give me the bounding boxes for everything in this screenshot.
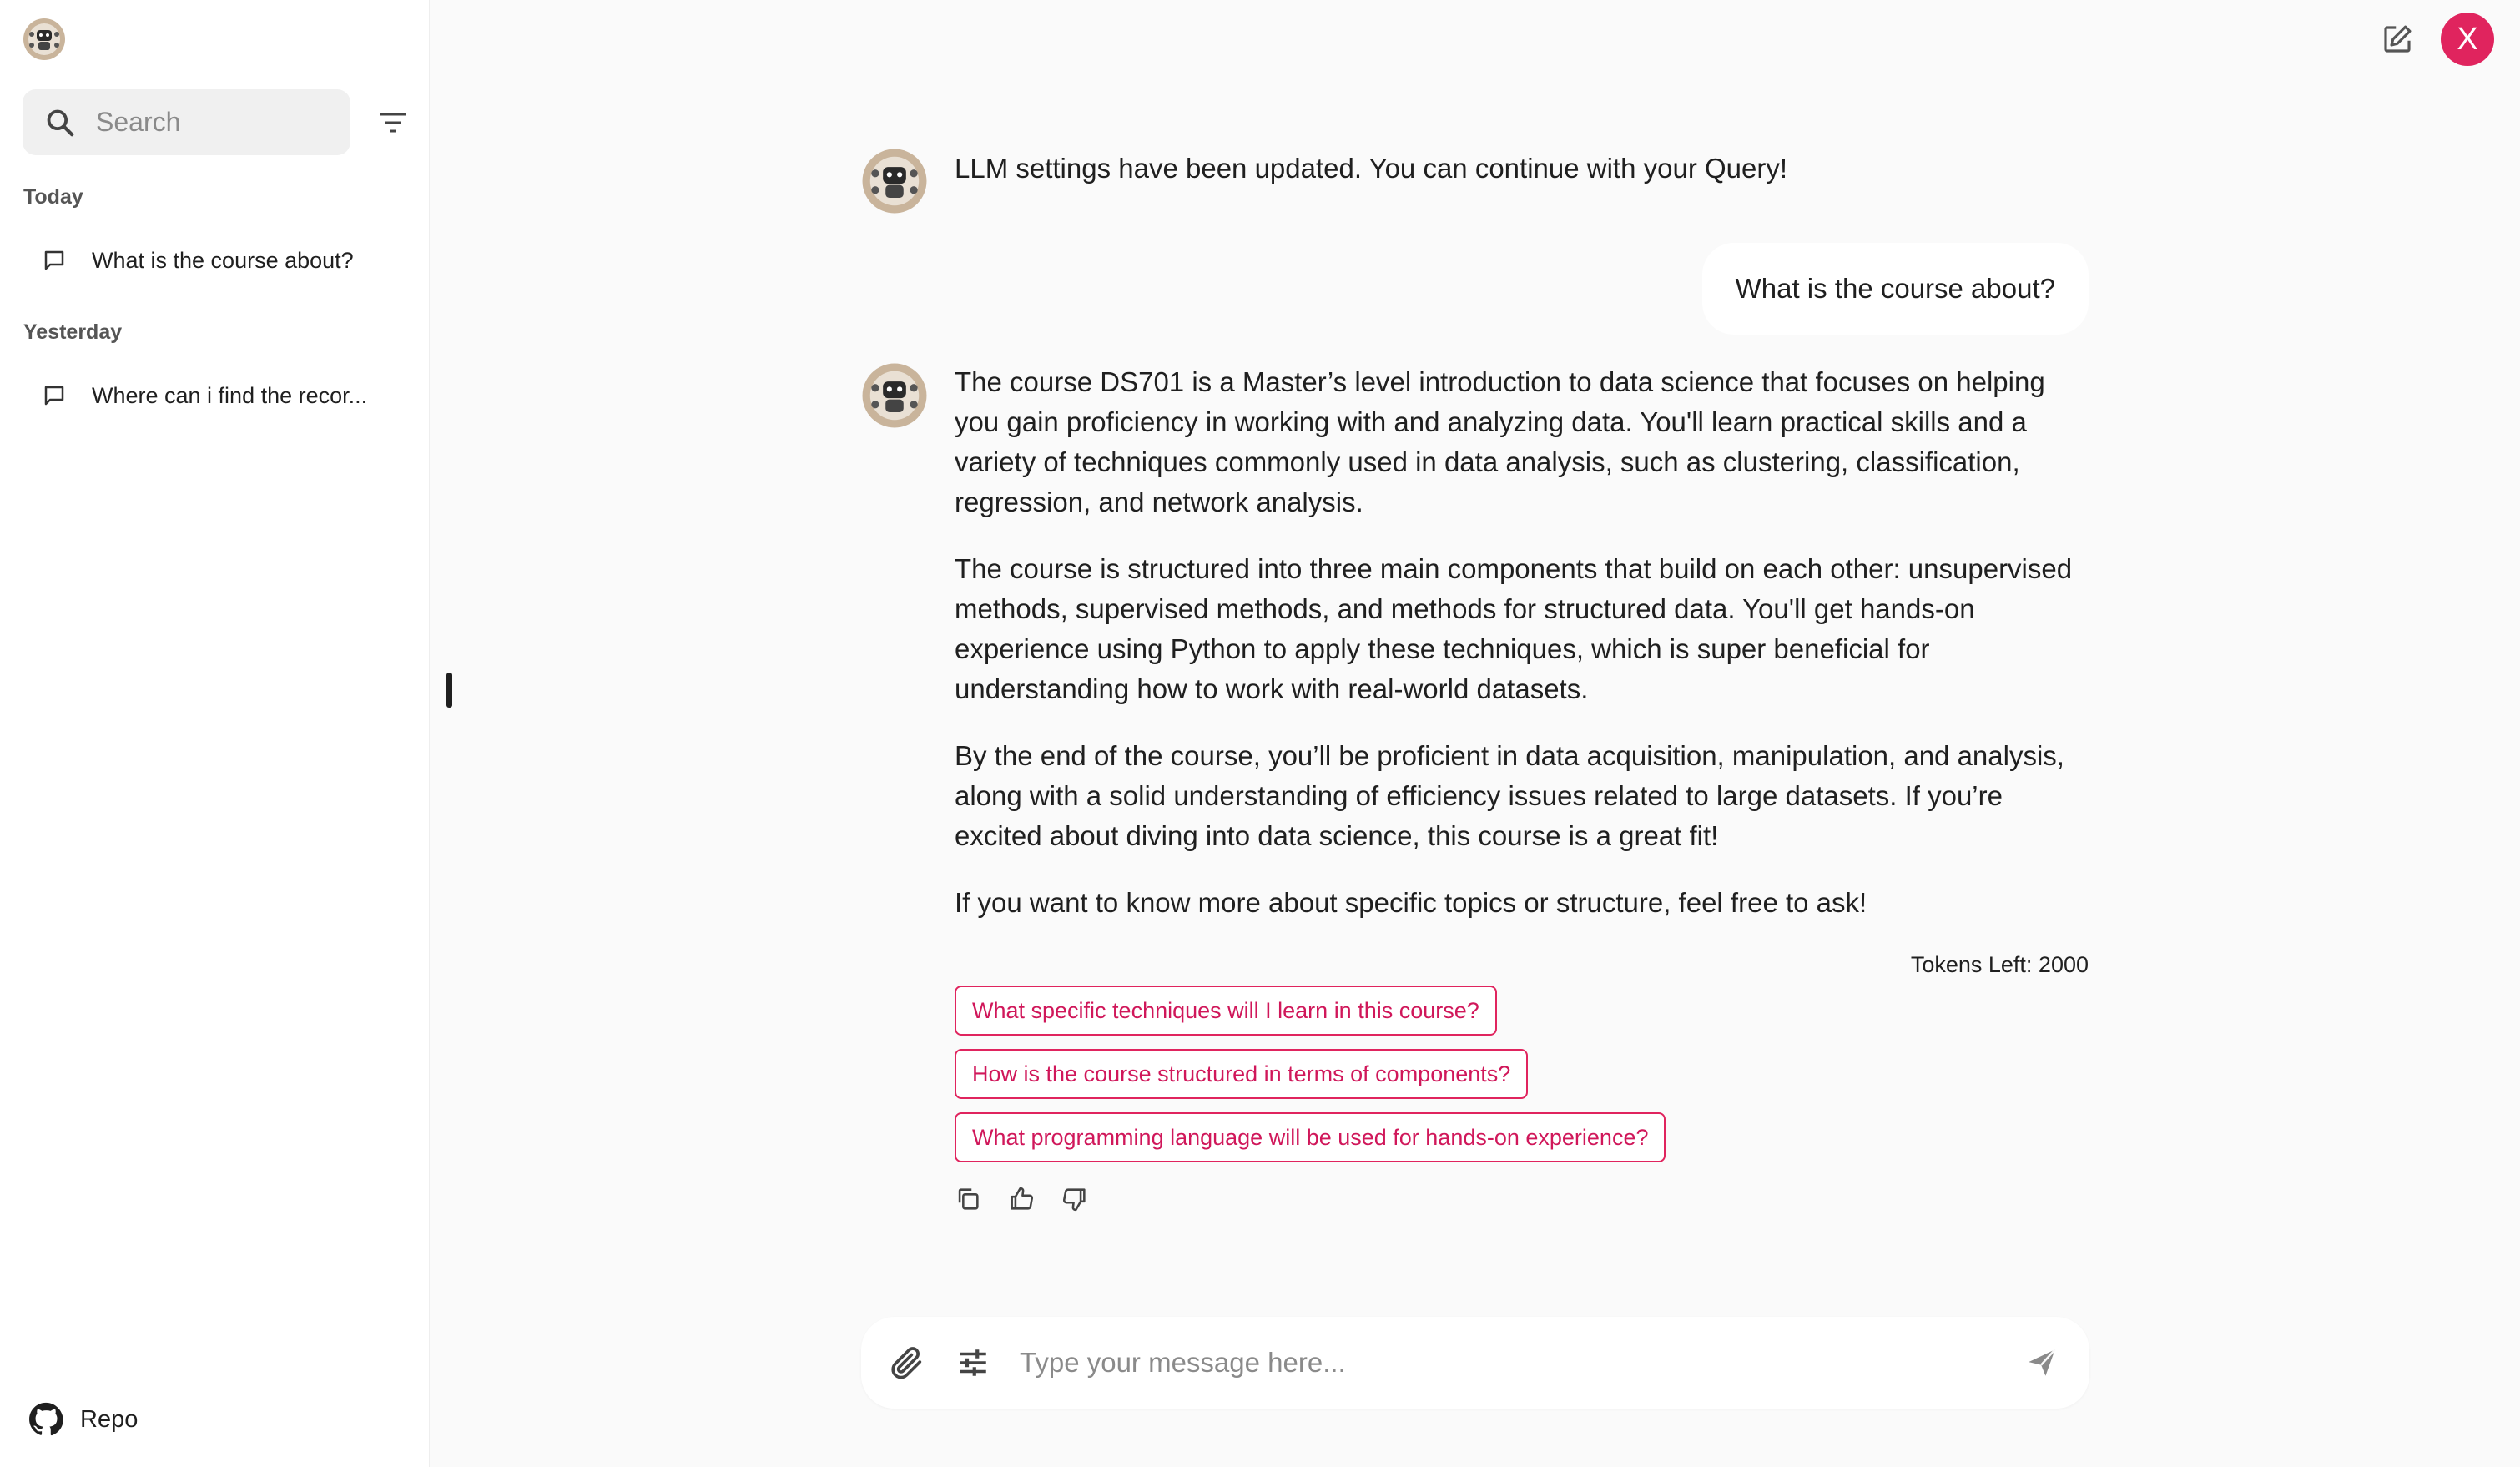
thumbs-down-icon[interactable] [1061,1185,1089,1213]
bot-response: The course DS701 is a Master’s level int… [955,362,2089,950]
copy-icon[interactable] [954,1185,982,1213]
search-box[interactable] [23,89,350,155]
suggestion-chip[interactable]: How is the course structured in terms of… [955,1049,1529,1099]
app-root: Today What is the course about? Yesterda… [0,0,2520,1467]
thumbs-up-icon[interactable] [1007,1185,1036,1213]
conversation-item[interactable]: Where can i find the recor... [23,370,407,421]
user-avatar[interactable]: X [2441,13,2494,66]
bot-logo-icon[interactable] [23,18,66,61]
group-label-yesterday: Yesterday [23,320,123,344]
bot-paragraph: By the end of the course, you’ll be prof… [955,740,2064,851]
bot-avatar-icon [862,363,927,428]
tune-icon[interactable] [955,1345,991,1380]
github-icon [29,1402,63,1436]
suggestion-chip[interactable]: What specific techniques will I learn in… [955,986,1497,1036]
suggestion-chip[interactable]: What programming language will be used f… [955,1112,1666,1162]
user-message-bubble: What is the course about? [1701,243,2089,335]
bot-avatar-icon [862,149,927,214]
bot-paragraph: The course is structured into three main… [955,553,2073,704]
sidebar: Today What is the course about? Yesterda… [0,0,430,1467]
message-composer [861,1317,2089,1409]
repo-link[interactable]: Repo [28,1402,138,1437]
sidebar-resize-handle[interactable] [446,673,452,708]
paperclip-icon[interactable] [888,1343,926,1382]
conversation-item[interactable]: What is the course about? [23,234,407,286]
send-icon[interactable] [2024,1345,2059,1380]
message-input[interactable] [1020,1342,1996,1384]
group-label-today: Today [23,185,83,209]
bot-paragraph: The course DS701 is a Master’s level int… [955,366,2045,517]
tokens-left: Tokens Left: 2000 [1910,952,2089,977]
chat-bubble-icon [44,250,64,270]
search-icon [47,109,74,136]
search-input[interactable] [96,107,338,138]
filter-icon[interactable] [376,109,410,136]
chat-bubble-icon [44,386,64,406]
system-message: LLM settings have been updated. You can … [955,153,1788,184]
conversation-title: What is the course about? [92,247,354,273]
conversation-title: Where can i find the recor... [92,382,368,408]
bot-paragraph: If you want to know more about specific … [955,887,1867,918]
edit-icon[interactable] [2380,22,2415,57]
repo-label: Repo [80,1405,139,1433]
